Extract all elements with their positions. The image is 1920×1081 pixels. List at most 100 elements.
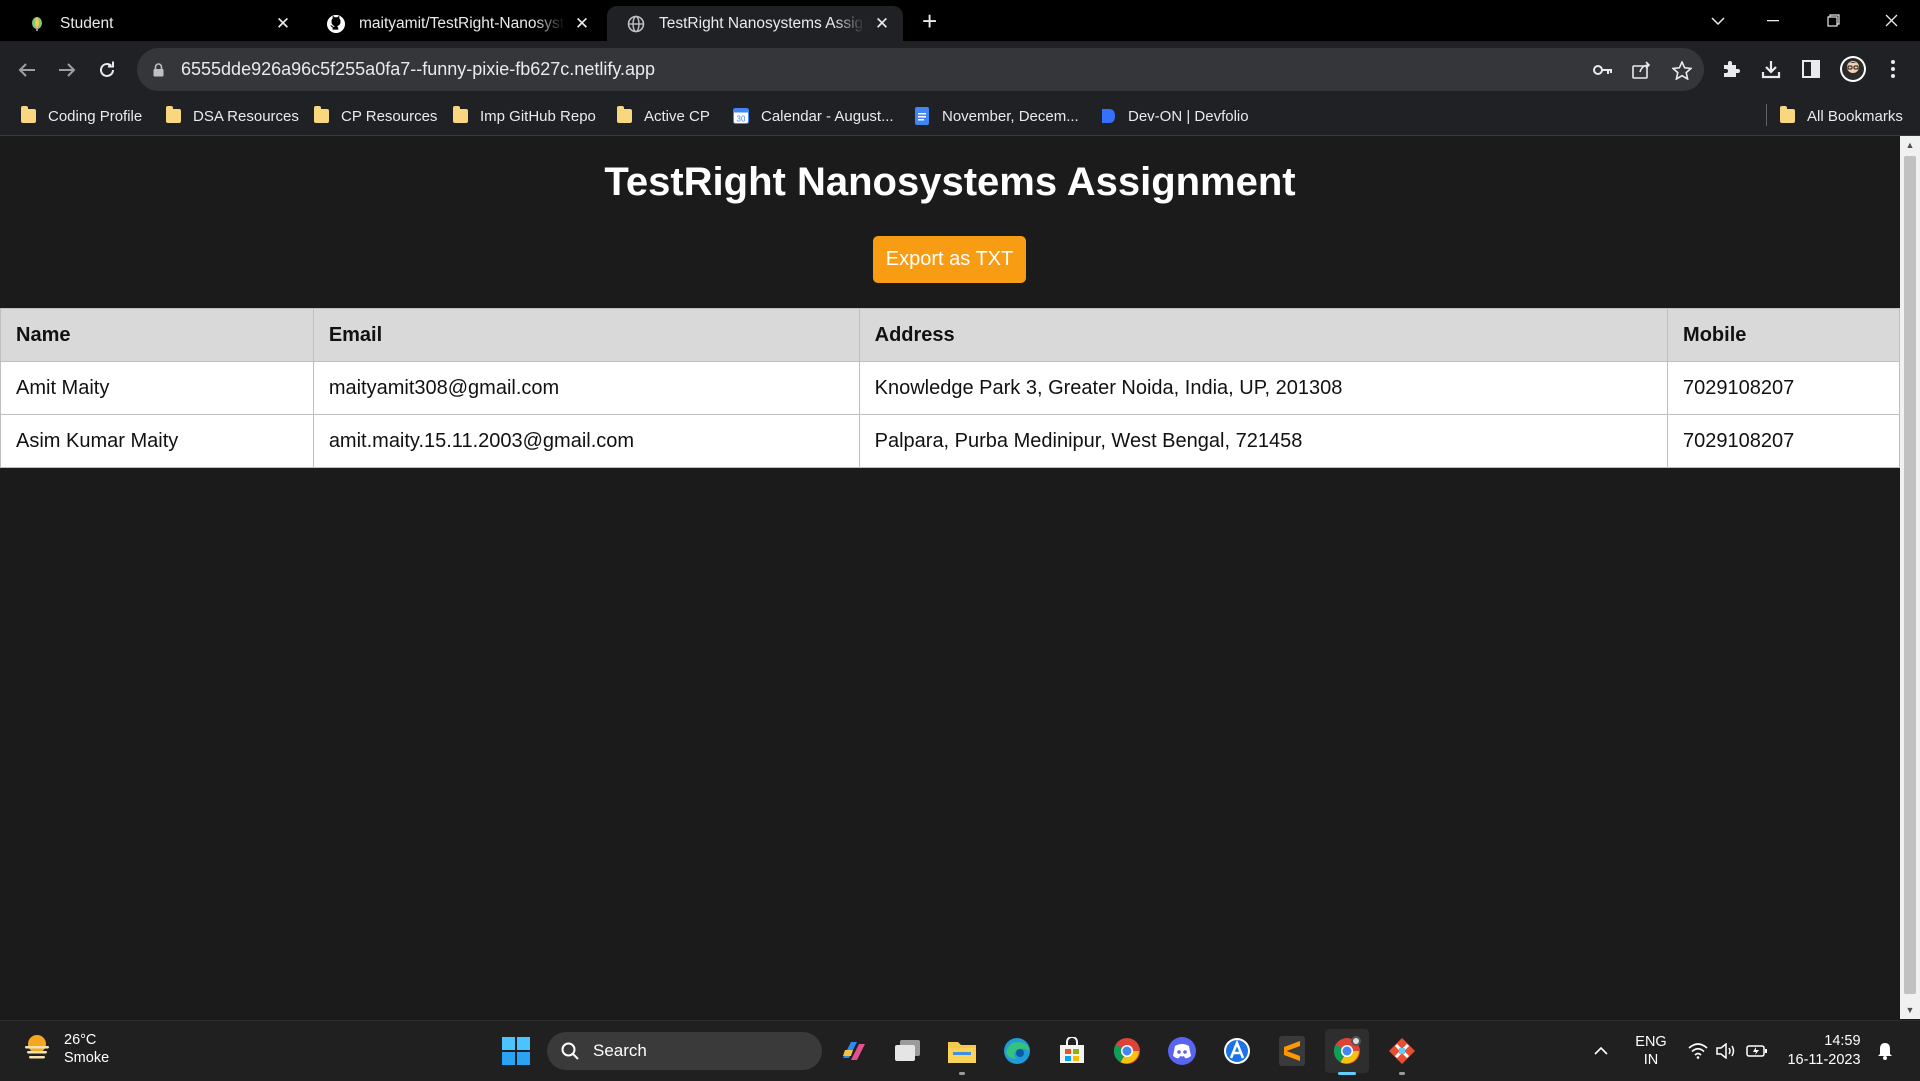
reload-icon[interactable]: [94, 57, 120, 83]
system-clock[interactable]: 14:59 16-11-2023: [1780, 1021, 1868, 1081]
bookmark-calendar[interactable]: 30 Calendar - August...: [733, 103, 894, 129]
bookmark-star-icon[interactable]: [1671, 59, 1693, 81]
weather-widget[interactable]: 26°C Smoke: [22, 1031, 109, 1067]
tab-testright[interactable]: TestRight Nanosystems Assignment ✕: [607, 6, 903, 41]
tab-strip: Student ✕ maityamit/TestRight-Nanosystem…: [0, 0, 1920, 41]
search-icon: [561, 1042, 579, 1060]
folder-icon: [313, 106, 329, 124]
git-tool-icon[interactable]: [1384, 1033, 1420, 1075]
side-panel-icon[interactable]: [1797, 55, 1825, 83]
cell-email: maityamit308@gmail.com: [312, 361, 860, 415]
bookmark-dsa-resources[interactable]: DSA Resources: [165, 103, 299, 129]
microsoft-store-icon[interactable]: [1054, 1033, 1090, 1069]
key-icon[interactable]: [1592, 59, 1614, 81]
lock-icon[interactable]: [151, 62, 165, 77]
table-row: Asim Kumar Maity amit.maity.15.11.2003@g…: [0, 414, 1900, 468]
close-icon[interactable]: ✕: [573, 14, 591, 34]
bookmark-imp-github-repo[interactable]: Imp GitHub Repo: [452, 103, 596, 129]
language-line2: IN: [1643, 1052, 1659, 1068]
weather-condition: Smoke: [64, 1050, 110, 1066]
kebab-menu-icon[interactable]: [1879, 55, 1907, 83]
scrollbar-thumb[interactable]: [1904, 156, 1916, 994]
student-favicon-icon: [28, 15, 46, 33]
bookmarks-separator: [1766, 104, 1767, 126]
extensions-icon[interactable]: [1717, 55, 1745, 83]
windows-taskbar: 26°C Smoke Search ENG IN 14:59 16-11-202…: [0, 1020, 1920, 1081]
download-icon[interactable]: [1757, 55, 1785, 83]
bookmark-label: Imp GitHub Repo: [480, 107, 596, 125]
back-icon[interactable]: [14, 57, 40, 83]
bookmark-label: All Bookmarks: [1807, 107, 1903, 125]
discord-icon[interactable]: [1164, 1033, 1200, 1069]
bookmark-november-doc[interactable]: November, Decem...: [914, 103, 1079, 129]
notification-bell-icon[interactable]: [1874, 1021, 1896, 1081]
bookmark-label: Calendar - August...: [761, 107, 894, 125]
battery-icon[interactable]: [1744, 1021, 1770, 1081]
profile-avatar-icon[interactable]: [1839, 55, 1867, 83]
tab-title: maityamit/TestRight-Nanosystems: [359, 14, 565, 32]
minimize-icon[interactable]: [1745, 0, 1801, 41]
tray-overflow-chevron-icon[interactable]: [1586, 1021, 1616, 1081]
file-explorer-icon[interactable]: [944, 1033, 980, 1075]
share-icon[interactable]: [1631, 59, 1653, 81]
bookmark-label: Coding Profile: [48, 107, 143, 125]
forward-icon[interactable]: [54, 57, 80, 83]
chrome-active-icon[interactable]: [1325, 1029, 1369, 1075]
table-header-row: Name Email Address Mobile: [0, 308, 1900, 362]
export-txt-button[interactable]: Export as TXT: [873, 236, 1026, 283]
tab-student[interactable]: Student ✕: [8, 6, 304, 41]
column-header: Mobile: [1667, 308, 1900, 362]
bookmark-active-cp[interactable]: Active CP: [616, 103, 710, 129]
tab-github[interactable]: maityamit/TestRight-Nanosystems ✕: [307, 6, 603, 41]
cell-name: Amit Maity: [0, 361, 314, 415]
column-header: Address: [858, 308, 1669, 362]
cell-mobile: 7029108207: [1667, 414, 1900, 468]
window-close-icon[interactable]: [1863, 0, 1919, 41]
scroll-down-icon[interactable]: ▼: [1900, 1001, 1920, 1019]
tab-search-chevron-icon[interactable]: [1690, 0, 1746, 41]
address-bar[interactable]: 6555dde926a96c5f255a0fa7--funny-pixie-fb…: [137, 48, 1704, 91]
folder-icon: [452, 106, 468, 124]
copilot-icon[interactable]: [836, 1033, 872, 1069]
clock-time: 14:59: [1824, 1033, 1861, 1049]
calendar-icon: 30: [733, 108, 749, 124]
close-icon[interactable]: ✕: [873, 14, 891, 34]
language-indicator[interactable]: ENG IN: [1628, 1021, 1674, 1081]
volume-icon[interactable]: [1714, 1021, 1738, 1081]
scroll-up-icon[interactable]: ▲: [1900, 136, 1920, 154]
column-header: Name: [0, 308, 314, 362]
globe-icon: [627, 15, 645, 33]
cell-mobile: 7029108207: [1667, 361, 1900, 415]
bookmark-cp-resources[interactable]: CP Resources: [313, 103, 437, 129]
bookmark-label: CP Resources: [341, 107, 438, 125]
svg-text:30: 30: [737, 115, 746, 124]
vertical-scrollbar[interactable]: ▲ ▼: [1900, 136, 1920, 1019]
bookmark-label: November, Decem...: [942, 107, 1079, 125]
url-text: 6555dde926a96c5f255a0fa7--funny-pixie-fb…: [181, 59, 656, 79]
sublime-text-icon[interactable]: [1274, 1033, 1310, 1069]
edge-icon[interactable]: [999, 1033, 1035, 1069]
all-bookmarks[interactable]: All Bookmarks: [1779, 103, 1903, 129]
bookmark-label: DSA Resources: [193, 107, 299, 125]
task-view-icon[interactable]: [890, 1033, 926, 1069]
bookmark-devfolio[interactable]: Dev-ON | Devfolio: [1100, 103, 1249, 129]
windows-start-icon[interactable]: [498, 1033, 534, 1069]
chrome-icon[interactable]: [1109, 1033, 1145, 1069]
users-table: Name Email Address Mobile Amit Maity mai…: [0, 308, 1900, 468]
table-row: Amit Maity maityamit308@gmail.com Knowle…: [0, 361, 1900, 415]
folder-icon: [20, 106, 36, 124]
folder-icon: [616, 106, 632, 124]
language-line1: ENG: [1635, 1034, 1667, 1050]
taskbar-search-box[interactable]: Search: [547, 1032, 822, 1070]
github-icon: [327, 14, 345, 33]
close-icon[interactable]: ✕: [274, 14, 292, 34]
devfolio-icon: [1100, 108, 1116, 124]
restore-icon[interactable]: [1805, 0, 1861, 41]
cell-name: Asim Kumar Maity: [0, 414, 314, 468]
search-label: Search: [593, 1041, 647, 1060]
altstore-icon[interactable]: [1219, 1033, 1255, 1069]
new-tab-button[interactable]: +: [922, 8, 937, 34]
bookmark-coding-profile[interactable]: Coding Profile: [20, 103, 142, 129]
bookmark-label: Active CP: [644, 107, 710, 125]
wifi-icon[interactable]: [1686, 1021, 1710, 1081]
